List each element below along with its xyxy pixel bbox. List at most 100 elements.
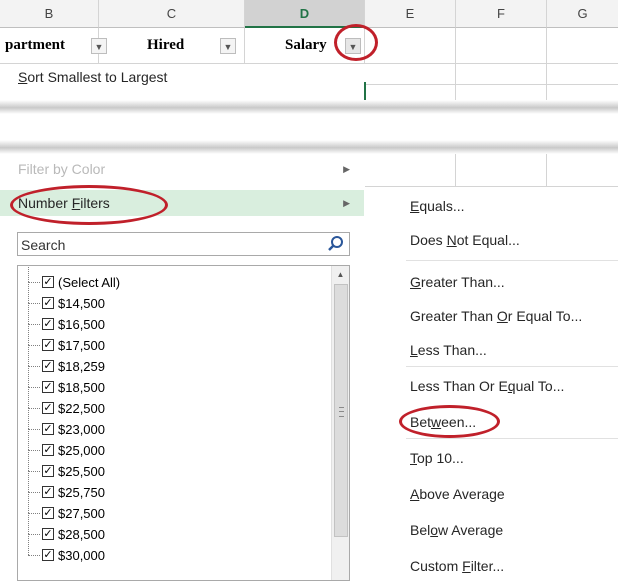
active-cell-border: [364, 82, 366, 102]
grid-cell[interactable]: [456, 64, 547, 85]
tree-line: [28, 408, 40, 409]
sort-smallest-hotkey: S: [18, 69, 28, 85]
hired-filter-button[interactable]: ▼: [220, 38, 236, 54]
column-header-g[interactable]: G: [547, 0, 618, 28]
submenu-item-hotkey: O: [496, 308, 508, 324]
scroll-up-arrow-icon[interactable]: ▲: [332, 268, 349, 282]
grid-cell[interactable]: [365, 28, 456, 64]
grid-cell[interactable]: [456, 150, 547, 187]
submenu-item-hotkey: o: [430, 522, 439, 538]
checkbox-icon[interactable]: ✓: [42, 528, 54, 540]
column-header-b[interactable]: B: [0, 0, 99, 28]
submenu-item-label-post: ual To...: [515, 378, 565, 394]
value-list: ✓ (Select All) ✓ $14,500 ✓ $16,500 ✓ $17,500 ✓ $1…: [17, 265, 350, 581]
grid-cell[interactable]: [547, 64, 618, 85]
checkbox-icon[interactable]: ✓: [42, 339, 54, 351]
grip-icon: [339, 407, 344, 417]
submenu-item[interactable]: Custom Filter...: [410, 554, 504, 578]
column-header-f[interactable]: F: [456, 0, 547, 28]
sort-smallest-to-largest[interactable]: Sort Smallest to Largest: [0, 64, 364, 90]
checkbox-icon[interactable]: ✓: [42, 360, 54, 372]
tree-line: [28, 303, 40, 304]
submenu-item-label-pre: Greater Than: [410, 308, 497, 324]
menu-separator: [406, 260, 618, 261]
list-item-label: $25,000: [58, 443, 105, 458]
filter-by-color-label: Filter by Color: [18, 161, 106, 177]
checkbox-icon[interactable]: ✓: [42, 297, 54, 309]
checkbox-icon[interactable]: ✓: [42, 444, 54, 456]
submenu-item-hotkey: N: [446, 232, 457, 248]
tree-line: [28, 387, 40, 388]
submenu-item[interactable]: Below Average: [410, 518, 503, 542]
submenu-item[interactable]: Top 10...: [410, 446, 464, 470]
tree-line: [28, 366, 29, 387]
grid-cell[interactable]: [547, 150, 618, 187]
annotation-oval-number-filters: [10, 185, 168, 225]
vertical-scrollbar[interactable]: ▲: [331, 266, 349, 580]
checkbox-icon[interactable]: ✓: [42, 423, 54, 435]
list-item-label: $18,500: [58, 380, 105, 395]
submenu-item-label-post: ilter...: [470, 558, 505, 574]
submenu-item-hotkey: q: [507, 378, 516, 394]
tree-line: [28, 534, 40, 535]
department-header-label: partment: [5, 37, 65, 53]
grid-cell[interactable]: [365, 64, 456, 85]
scroll-thumb[interactable]: [334, 284, 348, 537]
submenu-item[interactable]: Less Than...: [410, 338, 487, 362]
tree-line: [28, 492, 29, 513]
submenu-item[interactable]: Above Average: [410, 482, 505, 506]
list-item-label: $27,500: [58, 506, 105, 521]
tree-line: [28, 555, 40, 556]
sort-smallest-label: ort Smallest to Largest: [27, 69, 168, 85]
submenu-item[interactable]: Equals...: [410, 194, 464, 218]
search-icon[interactable]: [326, 234, 346, 254]
department-header-cell[interactable]: partment ▼: [0, 28, 107, 64]
search-box[interactable]: [17, 232, 350, 257]
tree-line: [28, 303, 29, 324]
filter-by-color[interactable]: Filter by Color ▶: [0, 156, 364, 182]
submenu-item[interactable]: Less Than Or Equal To...: [410, 374, 564, 398]
list-item-label: $30,000: [58, 548, 105, 563]
checkbox-icon[interactable]: ✓: [42, 402, 54, 414]
tree-line: [28, 429, 40, 430]
list-item-label: $14,500: [58, 296, 105, 311]
column-header-d[interactable]: D: [245, 0, 365, 28]
hired-header-cell[interactable]: Hired ▼: [99, 28, 245, 64]
column-header-e[interactable]: E: [365, 0, 456, 28]
submenu-item-hotkey: E: [410, 198, 420, 214]
tree-line: [28, 408, 29, 429]
submenu-item[interactable]: Greater Than...: [410, 270, 505, 294]
search-input[interactable]: [18, 233, 323, 257]
checkbox-icon[interactable]: ✓: [42, 381, 54, 393]
checkbox-icon[interactable]: ✓: [42, 507, 54, 519]
checkbox-icon[interactable]: ✓: [42, 276, 54, 288]
tree-line: [28, 282, 40, 283]
column-header-c[interactable]: C: [99, 0, 245, 28]
checkbox-icon[interactable]: ✓: [42, 318, 54, 330]
submenu-item[interactable]: Greater Than Or Equal To...: [410, 304, 582, 328]
submenu-item-hotkey: G: [410, 274, 421, 290]
submenu-item-label-post: reater Than...: [420, 274, 505, 290]
annotation-oval-between: [399, 405, 500, 438]
tree-line: [28, 366, 40, 367]
submenu-item[interactable]: Does Not Equal...: [410, 228, 520, 252]
list-item-label: $25,500: [58, 464, 105, 479]
checkbox-icon[interactable]: ✓: [42, 486, 54, 498]
submenu-item-label-post: bove Average: [419, 486, 505, 502]
tree-line: [28, 345, 29, 366]
checkbox-icon[interactable]: ✓: [42, 465, 54, 477]
submenu-item-label-pre: Does: [410, 232, 447, 248]
column-header-row: B C D E F G: [0, 0, 618, 28]
list-item-label: $23,000: [58, 422, 105, 437]
list-item-label: $22,500: [58, 401, 105, 416]
grid-cell[interactable]: [456, 28, 547, 64]
grid-cell[interactable]: [547, 28, 618, 64]
tree-line: [28, 450, 40, 451]
number-filters-submenu: Equals... Does Not Equal... Greater Than..…: [392, 188, 618, 581]
tree-line: [28, 387, 29, 408]
checkbox-icon[interactable]: ✓: [42, 549, 54, 561]
tree-line: [28, 534, 29, 555]
grid-cell[interactable]: [365, 150, 456, 187]
menu-separator: [406, 366, 618, 367]
annotation-oval-salary-filter: [334, 24, 378, 61]
